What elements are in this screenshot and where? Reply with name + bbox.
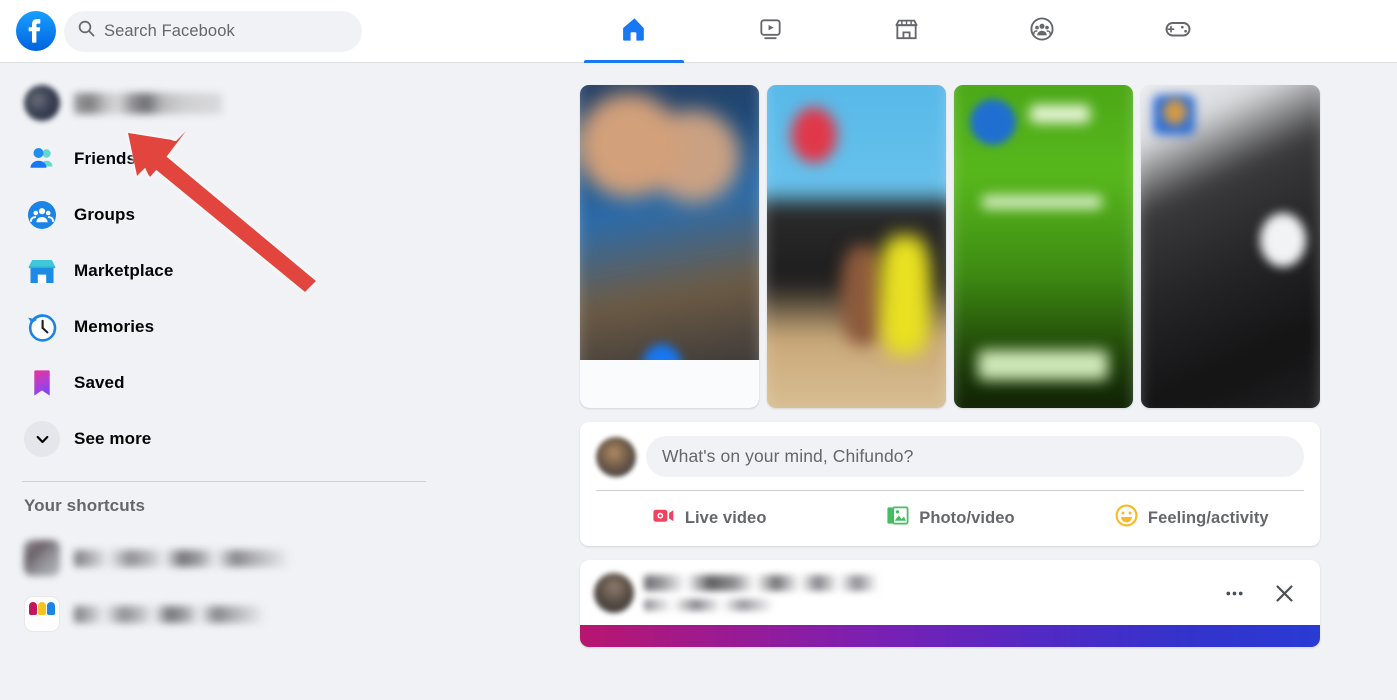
sidebar-item-memories[interactable]: Memories: [16, 299, 434, 355]
photo-video-icon: [885, 503, 910, 533]
nav-tab-home[interactable]: [566, 0, 702, 63]
saved-bookmark-icon: [24, 365, 60, 401]
action-label: Photo/video: [919, 508, 1015, 527]
sidebar-item-groups[interactable]: Groups: [16, 187, 434, 243]
search-icon: [78, 20, 95, 42]
sidebar-item-saved[interactable]: Saved: [16, 355, 434, 411]
sidebar-item-label: Marketplace: [74, 261, 174, 280]
post-author-name: [644, 575, 944, 591]
chevron-down-icon: [24, 421, 60, 457]
sidebar-item-label: See more: [74, 429, 152, 448]
shortcut-item[interactable]: [16, 586, 434, 642]
groups-icon: [24, 197, 60, 233]
feeling-activity-button[interactable]: Feeling/activity: [1071, 498, 1312, 538]
search-input[interactable]: Search Facebook: [64, 10, 362, 52]
feed-post-card: [580, 560, 1320, 647]
composer-top-row: What's on your mind, Chifundo?: [580, 422, 1320, 477]
sidebar-item-label: Memories: [74, 317, 155, 336]
action-label: Live video: [684, 508, 767, 527]
sidebar-profile-row[interactable]: [16, 75, 434, 131]
nav-tab-marketplace[interactable]: [838, 0, 974, 63]
groups-icon: [1028, 15, 1056, 48]
story-card[interactable]: [767, 85, 946, 408]
post-author-meta: [644, 575, 1216, 611]
story-card[interactable]: [954, 85, 1133, 408]
story-card[interactable]: [580, 85, 759, 408]
video-watch-icon: [757, 16, 784, 48]
shortcut-label: [74, 549, 289, 567]
photo-video-button[interactable]: Photo/video: [829, 498, 1070, 538]
action-label: Feeling/activity: [1147, 508, 1269, 527]
sidebar-item-marketplace[interactable]: Marketplace: [16, 243, 434, 299]
marketplace-icon: [24, 253, 60, 289]
home-icon: [620, 15, 649, 49]
stories-tray: [570, 63, 1330, 408]
friends-icon: [24, 141, 60, 177]
nav-tab-groups[interactable]: [974, 0, 1110, 63]
nav-tab-watch[interactable]: [702, 0, 838, 63]
marketplace-icon: [893, 16, 920, 48]
profile-avatar: [24, 85, 60, 121]
post-composer-card: What's on your mind, Chifundo? Live vide…: [580, 422, 1320, 546]
live-video-icon: [651, 503, 676, 533]
shortcut-thumbnail: [24, 540, 60, 576]
story-card[interactable]: [1141, 85, 1320, 408]
left-sidebar: Friends Groups Marketplace Memories Save…: [0, 63, 450, 700]
composer-avatar[interactable]: [596, 436, 636, 477]
live-video-button[interactable]: Live video: [588, 498, 829, 538]
sidebar-item-label: Saved: [74, 373, 125, 392]
sidebar-profile-name: [74, 92, 222, 114]
shortcuts-heading: Your shortcuts: [24, 496, 146, 515]
nav-tab-gaming[interactable]: [1110, 0, 1246, 63]
composer-input[interactable]: What's on your mind, Chifundo?: [646, 436, 1304, 477]
feeling-activity-icon: [1114, 503, 1139, 533]
header-left-section: Search Facebook: [0, 10, 362, 52]
post-author-avatar[interactable]: [594, 573, 634, 613]
composer-actions: Live video Photo/video Feeling/activity: [580, 491, 1320, 546]
memories-clock-icon: [24, 309, 60, 345]
sidebar-item-label: Friends: [74, 149, 137, 168]
shortcut-item[interactable]: [16, 530, 434, 586]
close-icon[interactable]: [1266, 575, 1302, 611]
header-nav-tabs: [566, 0, 1246, 63]
top-navigation-bar: Search Facebook: [0, 0, 1397, 63]
shortcut-colored-icon: [24, 596, 60, 632]
main-feed: What's on your mind, Chifundo? Live vide…: [570, 63, 1330, 647]
composer-placeholder: What's on your mind, Chifundo?: [662, 446, 914, 466]
sidebar-item-label: Groups: [74, 205, 136, 224]
facebook-logo-icon[interactable]: [16, 11, 56, 51]
gaming-controller-icon: [1163, 14, 1193, 49]
post-header: [580, 560, 1320, 613]
shortcut-label: [74, 605, 264, 623]
post-controls: [1216, 575, 1306, 611]
post-timestamp: [644, 599, 774, 611]
post-media-preview[interactable]: [580, 625, 1320, 647]
facebook-home-page: Search Facebook Friends Groups Marketpla…: [0, 0, 1397, 700]
sidebar-item-see-more[interactable]: See more: [16, 411, 434, 467]
more-options-icon[interactable]: [1216, 575, 1252, 611]
sidebar-item-friends[interactable]: Friends: [16, 131, 434, 187]
sidebar-divider: [22, 481, 426, 482]
search-placeholder: Search Facebook: [104, 21, 235, 40]
